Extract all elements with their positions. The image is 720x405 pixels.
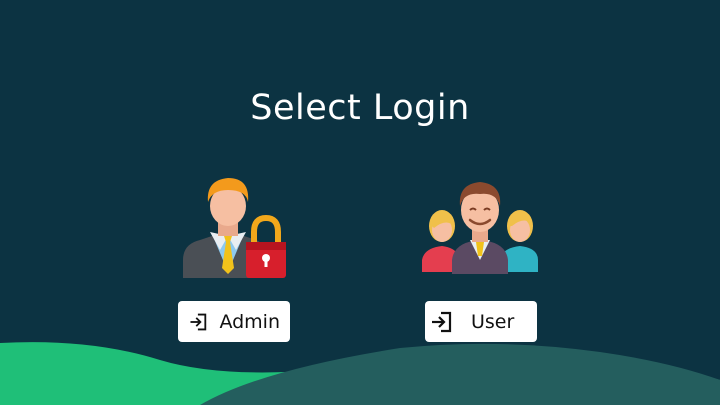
user-group-illustration xyxy=(422,182,538,274)
admin-lock-illustration xyxy=(183,178,286,278)
decorative-wave xyxy=(0,342,720,405)
page-title: Select Login xyxy=(250,88,470,128)
